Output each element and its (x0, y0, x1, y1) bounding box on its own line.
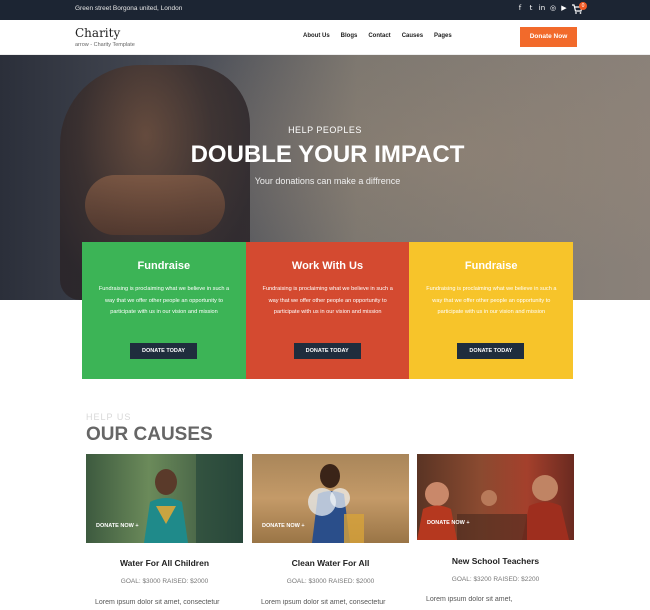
feature-box-work-with-us: Work With Us Fundraising is proclaiming … (245, 242, 410, 379)
cause-photo-girl (144, 454, 243, 543)
site-header: Charity arrow - Charity Template About U… (0, 20, 650, 55)
cause-title[interactable]: New School Teachers (417, 556, 574, 566)
cause-donate-link[interactable]: DONATE NOW + (262, 523, 305, 529)
cause-image: DONATE NOW + (86, 454, 243, 543)
cause-photo-boy-water (308, 464, 364, 543)
cause-donate-link[interactable]: DONATE NOW + (96, 523, 139, 529)
donate-today-button[interactable]: DONATE TODAY (293, 343, 361, 359)
feature-description: Fundraising is proclaiming what we belie… (426, 286, 557, 315)
cause-donate-link[interactable]: DONATE NOW + (427, 520, 470, 526)
feature-box-fundraise: Fundraise Fundraising is proclaiming wha… (82, 242, 246, 379)
cause-goal: GOAL: $3000 RAISED: $2000 (120, 578, 209, 585)
feature-description: Fundraising is proclaiming what we belie… (262, 286, 393, 315)
feature-description: Fundraising is proclaiming what we belie… (98, 286, 230, 315)
cause-card: DONATE NOW + Water For All Children GOAL… (86, 454, 243, 610)
cause-excerpt: Lorem ipsum dolor sit amet, (426, 596, 513, 603)
hero-title: DOUBLE YOUR IMPACT (190, 141, 465, 168)
feature-title: Fundraise (464, 260, 518, 272)
plus-icon: + (466, 520, 470, 526)
hero-subtitle: HELP PEOPLES (288, 125, 362, 135)
nav-pages[interactable]: Pages (434, 33, 452, 39)
instagram-icon[interactable]: ◎ (549, 4, 557, 13)
cause-goal: GOAL: $3000 RAISED: $2000 (286, 578, 375, 585)
youtube-icon[interactable]: ▶ (560, 4, 568, 13)
cause-image: DONATE NOW + (417, 454, 574, 540)
cause-title[interactable]: Clean Water For All (252, 558, 409, 568)
social-links: f t in ◎ ▶ (516, 4, 568, 13)
cause-goal: GOAL: $3200 RAISED: $2200 (451, 576, 540, 583)
feature-title: Work With Us (291, 260, 364, 272)
site-tagline: arrow - Charity Template (75, 42, 135, 48)
donate-today-button[interactable]: DONATE TODAY (457, 343, 525, 359)
cause-photo-monks (417, 475, 569, 540)
cart-count-badge: 0 (579, 2, 587, 10)
main-nav: About Us Blogs Contact Causes Pages (303, 33, 452, 39)
nav-about-us[interactable]: About Us (303, 33, 330, 39)
twitter-icon[interactable]: t (527, 4, 535, 13)
section-kicker: HELP US (86, 412, 132, 422)
facebook-icon[interactable]: f (516, 4, 524, 13)
cause-title[interactable]: Water For All Children (86, 558, 243, 568)
cause-image: DONATE NOW + (252, 454, 409, 543)
cause-excerpt: Lorem ipsum dolor sit amet, consectetur (95, 599, 220, 606)
site-logo[interactable]: Charity (75, 26, 120, 40)
nav-contact[interactable]: Contact (368, 33, 390, 39)
donate-now-button[interactable]: Donate Now (520, 27, 577, 47)
plus-icon: + (301, 523, 305, 529)
feature-box-fundraise-2: Fundraise Fundraising is proclaiming wha… (409, 242, 574, 379)
cause-excerpt: Lorem ipsum dolor sit amet, consectetur (261, 599, 386, 606)
cause-card: DONATE NOW + New School Teachers GOAL: $… (417, 454, 574, 610)
feature-boxes: Fundraise Fundraising is proclaiming wha… (82, 242, 574, 379)
hero-description: Your donations can make a diffrence (254, 176, 401, 186)
donate-today-button[interactable]: DONATE TODAY (130, 343, 197, 359)
cause-card: DONATE NOW + Clean Water For All GOAL: $… (252, 454, 409, 610)
section-title: OUR CAUSES (86, 424, 213, 445)
top-bar: Green street Borgona united, London f t … (0, 0, 650, 20)
nav-causes[interactable]: Causes (402, 33, 423, 39)
feature-title: Fundraise (137, 260, 191, 272)
nav-blogs[interactable]: Blogs (341, 33, 358, 39)
linkedin-icon[interactable]: in (538, 4, 546, 13)
address-text: Green street Borgona united, London (75, 5, 183, 12)
plus-icon: + (135, 523, 139, 529)
